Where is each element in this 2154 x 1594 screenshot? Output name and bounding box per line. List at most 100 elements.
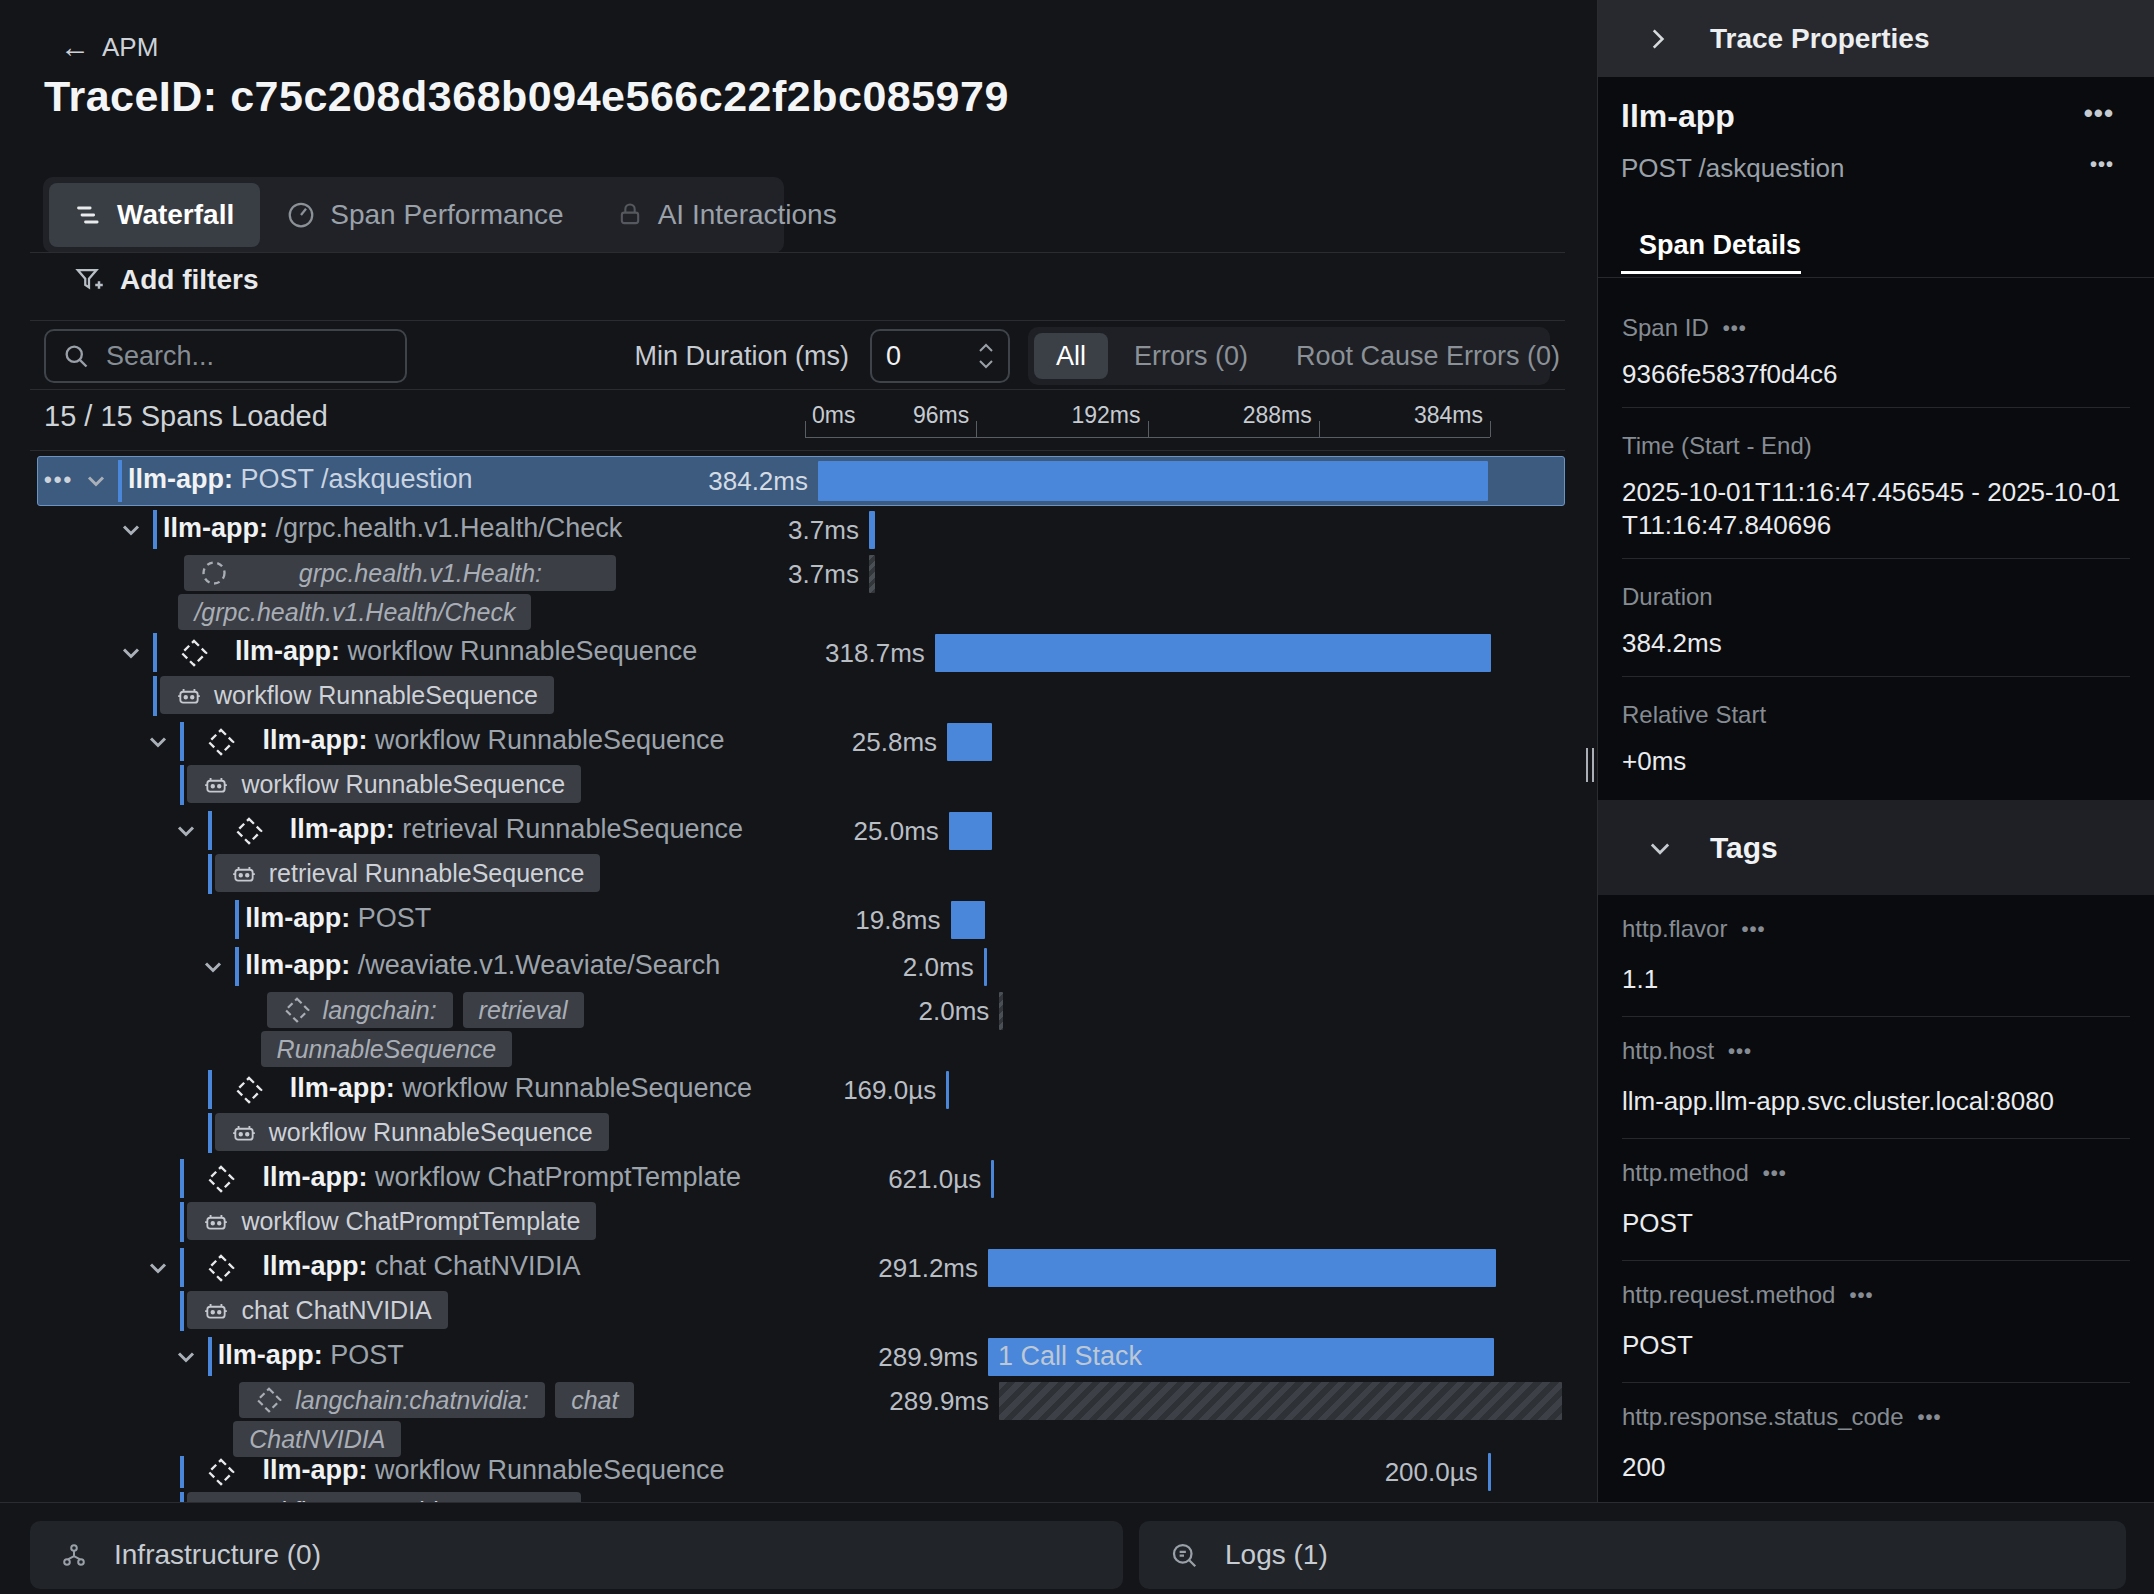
span-bar[interactable]	[991, 1160, 994, 1198]
span-row[interactable]: llm-app: workflow RunnableSequence 318.7m…	[0, 629, 1565, 676]
segment-all[interactable]: All	[1034, 333, 1108, 379]
indent-line	[180, 1456, 184, 1488]
diamond-span-icon	[234, 1075, 264, 1105]
span-bar[interactable]	[1488, 1453, 1491, 1491]
span-tag-row[interactable]: workflow RunnableSequence	[0, 1113, 1565, 1155]
chevron-down-icon[interactable]	[174, 1345, 198, 1369]
span-row[interactable]: llm-app: workflow ChatPromptTemplate621.…	[0, 1155, 1565, 1202]
search-input[interactable]: Search...	[44, 329, 407, 383]
add-filters-label: Add filters	[120, 264, 258, 296]
span-duration: 25.8ms	[717, 727, 937, 758]
span-tag-row[interactable]: workflow RunnableSequence	[0, 676, 1565, 718]
property-menu-icon[interactable]: •••	[1918, 1406, 1942, 1429]
property-label: http.response.status_code•••	[1622, 1403, 2130, 1431]
span-duration: 3.7ms	[639, 515, 859, 546]
panel-resize-handle[interactable]	[1586, 748, 1594, 782]
span-row[interactable]: llm-app: POST289.9ms1 Call Stack	[0, 1333, 1565, 1380]
span-tag-row[interactable]: workflow RunnableSequence	[0, 765, 1565, 807]
indent-line	[180, 1202, 184, 1242]
chevron-down-icon[interactable]	[146, 1256, 170, 1280]
add-filters-button[interactable]: Add filters	[74, 264, 258, 296]
span-row[interactable]: llm-app: workflow RunnableSequence200.0µ…	[0, 1452, 1565, 1492]
collapse-panel-icon[interactable]	[1644, 26, 1670, 52]
min-duration-input[interactable]: 0	[870, 329, 1010, 383]
stepper[interactable]	[978, 343, 994, 369]
segment-root-cause-errors-0-[interactable]: Root Cause Errors (0)	[1274, 333, 1582, 379]
property-menu-icon[interactable]: •••	[1763, 1162, 1787, 1185]
logs-button[interactable]: Logs (1)	[1139, 1521, 2126, 1589]
property-label: Span ID•••	[1622, 314, 2130, 342]
stepper-down-icon	[978, 359, 994, 369]
gauge-icon	[286, 200, 316, 230]
span-row[interactable]: llm-app: workflow RunnableSequence169.0µ…	[0, 1066, 1565, 1113]
tags-section-header[interactable]: Tags	[1598, 800, 2154, 895]
linked-span-bar[interactable]	[999, 1382, 1562, 1420]
chevron-down-icon[interactable]	[119, 518, 143, 542]
property-menu-icon[interactable]: •••	[1728, 1040, 1752, 1063]
search-placeholder: Search...	[106, 341, 214, 372]
robot-icon	[203, 771, 229, 797]
span-kind-tag: chat ChatNVIDIA	[187, 1291, 447, 1329]
span-bar[interactable]	[947, 723, 992, 761]
span-row[interactable]: llm-app: workflow RunnableSequence25.8ms	[0, 718, 1565, 765]
span-tag-row[interactable]: workflow ChatPromptTemplate	[0, 1202, 1565, 1244]
span-bar[interactable]	[818, 461, 1488, 501]
axis-tick-label: 96ms	[913, 402, 969, 429]
linked-span-chip: grpc.health.v1.Health:	[184, 555, 616, 591]
span-name: llm-app: chat ChatNVIDIA	[262, 1251, 580, 1282]
span-tag-row[interactable]: retrieval RunnableSequence	[0, 854, 1565, 896]
span-kind-tag: workflow RunnableSequence	[187, 765, 581, 803]
page-title: TraceID: c75c208d368b094e566c22f2bc08597…	[44, 72, 1009, 121]
span-bar[interactable]	[951, 901, 986, 939]
row-menu-icon[interactable]: •••	[44, 467, 73, 493]
span-row[interactable]: llm-app: /grpc.health.v1.Health/Check3.7…	[0, 506, 1565, 553]
property-menu-icon[interactable]: •••	[1723, 317, 1747, 340]
linked-span-row[interactable]: langchain:chatnvidia:chatChatNVIDIA289.9…	[0, 1380, 1565, 1452]
span-tag-row[interactable]: chat ChatNVIDIA	[0, 1291, 1565, 1333]
tab-span-details[interactable]: Span Details	[1639, 230, 1801, 261]
span-row[interactable]: llm-app: chat ChatNVIDIA291.2ms	[0, 1244, 1565, 1291]
chevron-down-icon[interactable]	[201, 955, 225, 979]
linked-span-chip: /grpc.health.v1.Health/Check	[178, 594, 531, 630]
property-menu-icon[interactable]: •••	[1741, 918, 1765, 941]
chevron-down-icon[interactable]	[119, 641, 143, 665]
linked-span-row[interactable]: grpc.health.v1.Health:/grpc.health.v1.He…	[0, 553, 1565, 629]
apm-trace-page: ← APM TraceID: c75c208d368b094e566c22f2b…	[0, 0, 2154, 1594]
tab-span-performance[interactable]: Span Performance	[260, 183, 589, 247]
linked-span-row[interactable]: langchain:retrievalRunnableSequence2.0ms	[0, 990, 1565, 1066]
service-menu-icon[interactable]: •••	[2084, 98, 2114, 129]
property-menu-icon[interactable]: •••	[1849, 1284, 1873, 1307]
span-name: llm-app: workflow RunnableSequence	[235, 636, 697, 667]
indent-line	[208, 1070, 212, 1109]
waterfall-icon	[75, 201, 103, 229]
span-row[interactable]: llm-app: /weaviate.v1.Weaviate/Search2.0…	[0, 943, 1565, 990]
chevron-down-icon[interactable]	[84, 469, 108, 493]
linked-span-bar[interactable]	[869, 555, 875, 593]
span-bar[interactable]	[988, 1249, 1496, 1287]
back-link[interactable]: ← APM	[60, 30, 158, 64]
divider	[30, 389, 1565, 390]
span-duration: 318.7ms	[705, 638, 925, 669]
span-row[interactable]: llm-app: POST19.8ms	[0, 896, 1565, 943]
span-bar[interactable]: 1 Call Stack	[988, 1338, 1494, 1376]
indent-line	[153, 510, 157, 549]
span-bar[interactable]	[984, 948, 987, 986]
segment-errors-0-[interactable]: Errors (0)	[1112, 333, 1270, 379]
linked-span-bar[interactable]	[999, 992, 1003, 1030]
view-tabs: WaterfallSpan PerformanceAI Interactions	[43, 177, 784, 253]
tags-fields: http.flavor•••1.1http.host•••llm-app.llm…	[1622, 895, 2130, 1504]
chevron-down-icon[interactable]	[174, 819, 198, 843]
span-row[interactable]: llm-app: retrieval RunnableSequence25.0m…	[0, 807, 1565, 854]
infrastructure-button[interactable]: Infrastructure (0)	[30, 1521, 1123, 1589]
span-tag-row[interactable]: workflow RunnableSequence	[0, 1492, 1565, 1502]
span-bar[interactable]	[869, 511, 875, 549]
span-bar[interactable]	[946, 1071, 949, 1109]
tab-ai-interactions[interactable]: AI Interactions	[590, 183, 863, 247]
span-bar[interactable]	[949, 812, 993, 850]
span-bar[interactable]	[935, 634, 1491, 672]
ai-interactions-icon	[616, 201, 644, 229]
resource-menu-icon[interactable]: •••	[2090, 153, 2114, 176]
span-row[interactable]: •••llm-app: POST /askquestion384.2ms	[0, 456, 1565, 506]
chevron-down-icon[interactable]	[146, 730, 170, 754]
tab-waterfall[interactable]: Waterfall	[49, 183, 260, 247]
